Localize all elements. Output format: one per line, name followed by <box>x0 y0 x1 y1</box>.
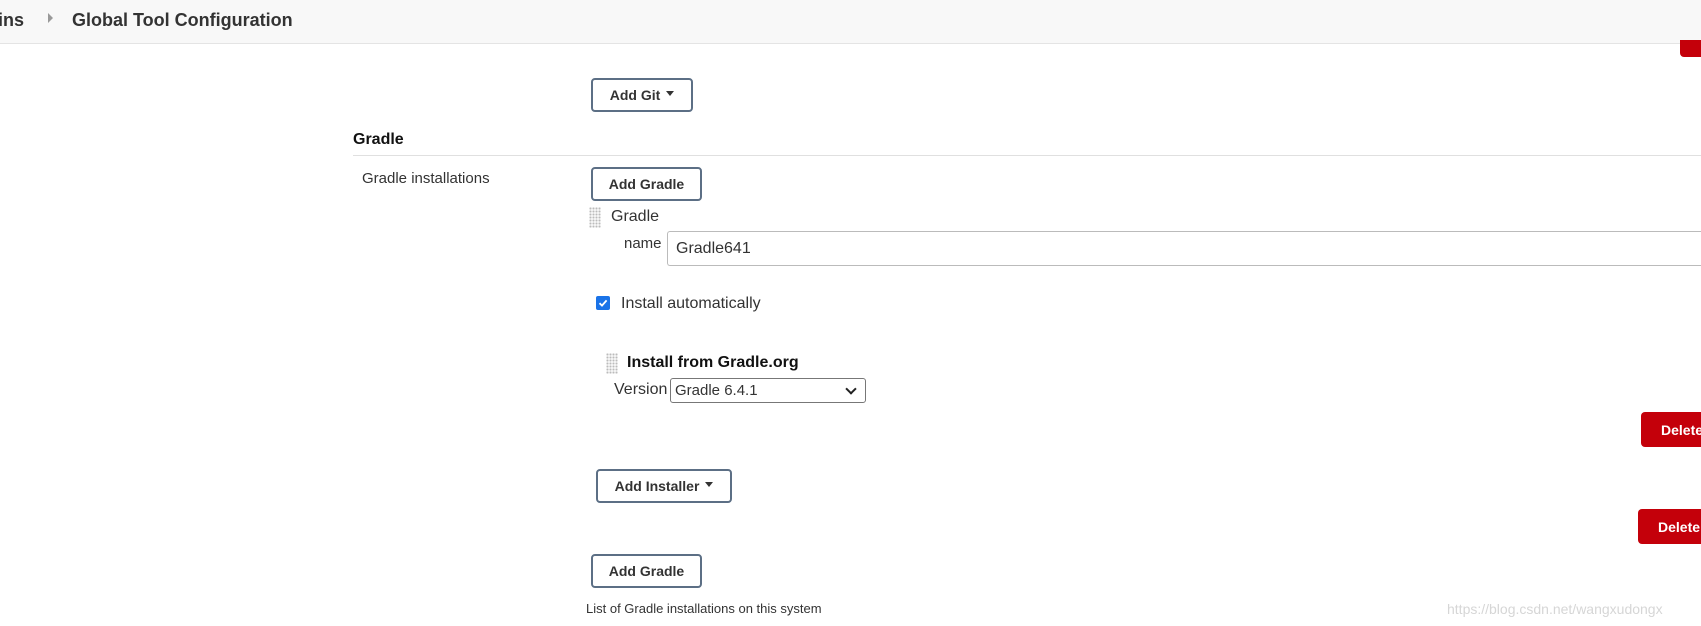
version-select-value: Gradle 6.4.1 <box>675 382 758 399</box>
drag-handle-icon[interactable] <box>589 207 601 228</box>
install-automatically-label: Install automatically <box>621 295 761 312</box>
delete-git-button-partial[interactable] <box>1680 40 1701 57</box>
add-installer-button[interactable]: Add Installer <box>596 469 732 503</box>
chevron-down-icon <box>845 383 857 395</box>
breadcrumb-separator-icon <box>48 13 53 23</box>
breadcrumb-item-current[interactable]: Global Tool Configuration <box>72 10 293 31</box>
add-installer-label: Add Installer <box>614 478 700 494</box>
installer-title: Install from Gradle.org <box>627 354 799 371</box>
delete-installer-label: Delete <box>1661 421 1701 438</box>
installer-drag-handle-icon[interactable] <box>606 353 618 374</box>
breadcrumb: ins Global Tool Configuration <box>0 0 1701 44</box>
gradle-item-header: Gradle <box>611 208 660 225</box>
delete-installer-button[interactable]: Delete <box>1641 412 1701 447</box>
delete-gradle-label: Delete <box>1658 518 1701 535</box>
add-gradle-button-top[interactable]: Add Gradle <box>591 167 702 201</box>
delete-gradle-button[interactable]: Delete <box>1638 509 1701 544</box>
name-label: name <box>624 235 662 252</box>
version-select[interactable]: Gradle 6.4.1 <box>670 378 866 403</box>
checkmark-icon <box>598 299 608 307</box>
breadcrumb-item-jenkins[interactable]: ins <box>0 10 24 31</box>
caret-down-icon <box>705 481 714 487</box>
gradle-name-input[interactable]: Gradle641 <box>667 231 1701 266</box>
gradle-installations-help-text: List of Gradle installations on this sys… <box>586 601 822 616</box>
gradle-installations-label: Gradle installations <box>362 170 490 187</box>
section-title-gradle: Gradle <box>353 131 404 148</box>
version-label-text: Version <box>614 381 668 398</box>
add-gradle-button-bottom[interactable]: Add Gradle <box>591 554 702 588</box>
caret-down-icon <box>666 90 675 96</box>
watermark-text: https://blog.csdn.net/wangxudongx <box>1447 601 1663 617</box>
add-git-label: Add Git <box>609 87 661 103</box>
section-divider <box>353 155 1701 156</box>
install-automatically-checkbox[interactable] <box>596 296 610 310</box>
add-git-button[interactable]: Add Git <box>591 78 693 112</box>
